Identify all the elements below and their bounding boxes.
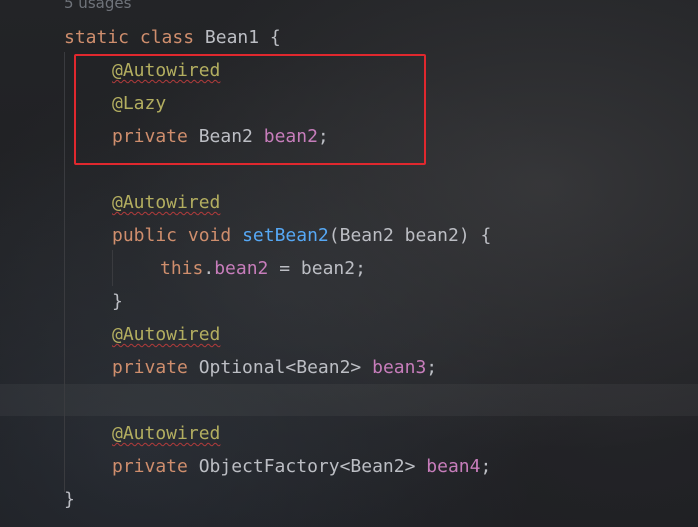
assignment: = bean2; <box>268 258 366 279</box>
keyword-private: private <box>112 456 188 477</box>
keyword-class: class <box>139 27 195 48</box>
keyword-private: private <box>112 357 188 378</box>
class-close-line[interactable]: } <box>64 483 75 516</box>
close-brace: } <box>112 291 123 312</box>
keyword-this: this <box>160 258 204 279</box>
field-type: ObjectFactory<Bean2> <box>198 456 416 477</box>
annotation-autowired: @Autowired <box>112 192 221 213</box>
class-declaration-line[interactable]: static class Bean1 { <box>64 21 281 54</box>
keyword-static: static <box>64 27 130 48</box>
method-name: setBean2 <box>242 225 329 246</box>
field-name: bean4 <box>426 456 481 477</box>
semicolon: ; <box>426 357 438 378</box>
annotation-autowired: @Autowired <box>112 423 221 444</box>
annotation-line[interactable]: @Autowired <box>112 417 220 450</box>
field-reference: bean2 <box>214 258 269 279</box>
annotation-line[interactable]: @Autowired <box>112 318 220 351</box>
semicolon: ; <box>480 456 492 477</box>
highlight-box <box>74 54 426 165</box>
field-declaration-bean4[interactable]: private ObjectFactory<Bean2> bean4; <box>112 450 491 483</box>
method-params: (Bean2 bean2) { <box>328 225 492 246</box>
dot: . <box>203 258 215 279</box>
method-declaration-line[interactable]: public void setBean2(Bean2 bean2) { <box>112 219 491 252</box>
field-name: bean3 <box>372 357 427 378</box>
open-brace: { <box>259 27 281 48</box>
indent-guide <box>64 52 65 492</box>
usages-hint[interactable]: 5 usages <box>64 0 131 16</box>
method-close-line[interactable]: } <box>112 285 123 318</box>
method-body-line[interactable]: this.bean2 = bean2; <box>160 252 366 285</box>
annotation-line[interactable]: @Autowired <box>112 186 220 219</box>
keyword-public: public <box>112 225 178 246</box>
code-editor[interactable]: 5 usages static class Bean1 { @Autowired… <box>0 0 698 527</box>
annotation-autowired: @Autowired <box>112 324 221 345</box>
keyword-void: void <box>187 225 232 246</box>
indent-guide <box>112 250 113 286</box>
field-declaration-bean3[interactable]: private Optional<Bean2> bean3; <box>112 351 437 384</box>
field-type: Optional<Bean2> <box>198 357 362 378</box>
close-brace: } <box>64 489 75 510</box>
class-name: Bean1 <box>204 27 260 48</box>
current-line-highlight <box>0 384 698 416</box>
